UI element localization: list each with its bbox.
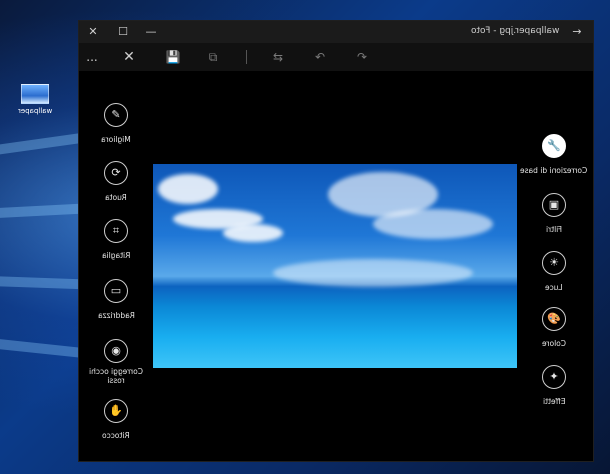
photo-cloud — [223, 224, 283, 242]
tool-label: Migliora — [101, 135, 131, 144]
light-icon: ☀ — [542, 251, 566, 275]
tool-enhance[interactable]: ✎ Migliora — [76, 103, 156, 146]
effects-icon: ✦ — [542, 365, 566, 389]
tool-label: Ritocco — [102, 431, 130, 440]
tool-straighten[interactable]: ▭ Raddrizza — [76, 279, 156, 322]
undo-button[interactable]: ↶ — [311, 48, 329, 66]
rotate-icon: ⟳ — [104, 161, 128, 185]
straighten-icon: ▭ — [104, 279, 128, 303]
more-options-button[interactable]: ... — [83, 48, 101, 66]
tool-label: Effetti — [542, 397, 566, 406]
tool-label: Correggi occhi rossi — [89, 367, 143, 385]
photo-cloud — [273, 259, 473, 287]
tool-color[interactable]: 🎨 Colore — [514, 307, 594, 350]
tool-label: Colore — [541, 339, 567, 348]
tool-basic-fixes[interactable]: 🔧 Correzioni di base — [514, 134, 594, 177]
compare-button[interactable]: ⇆ — [269, 48, 287, 66]
photo-cloud — [373, 209, 493, 239]
basic-fixes-icon: 🔧 — [542, 134, 566, 158]
save-button[interactable]: 💾 — [164, 48, 182, 66]
desktop-icon-label: wallpaper — [17, 107, 53, 115]
crop-icon: ⌗ — [104, 219, 128, 243]
close-window-button[interactable]: ✕ — [85, 24, 101, 40]
toolbar-divider — [246, 50, 247, 64]
desktop-light-beam — [0, 203, 81, 220]
photo-cloud — [158, 174, 218, 204]
tool-label: Filtri — [545, 225, 563, 234]
tool-label: Luce — [545, 283, 563, 292]
tool-label: Correzioni di base — [520, 166, 588, 175]
title-bar: ✕ ☐ — wallpaper.jpg - Foto → — [79, 21, 593, 43]
tool-filters[interactable]: ▣ Filtri — [514, 193, 594, 236]
color-icon: 🎨 — [542, 307, 566, 331]
maximize-window-button[interactable]: ☐ — [115, 24, 131, 40]
tool-effects[interactable]: ✦ Effetti — [514, 365, 594, 408]
window-title: wallpaper.jpg - Foto — [471, 26, 560, 36]
back-button[interactable]: → — [569, 24, 585, 40]
tool-retouch[interactable]: ✋ Ritocco — [76, 399, 156, 442]
tool-label: Ruota — [105, 193, 127, 202]
redo-button[interactable]: ↷ — [353, 48, 371, 66]
tool-label: Ritaglia — [101, 251, 131, 260]
save-copy-button[interactable]: ⧉ — [204, 48, 222, 66]
eye-icon: ◉ — [104, 339, 128, 363]
desktop-icon-wallpaper[interactable]: wallpaper — [12, 84, 58, 115]
filters-icon: ▣ — [542, 193, 566, 217]
tool-rotate[interactable]: ⟳ Ruota — [76, 161, 156, 204]
minimize-window-button[interactable]: — — [143, 24, 159, 40]
retouch-icon: ✋ — [104, 399, 128, 423]
close-edit-button[interactable]: ✕ — [120, 48, 138, 66]
image-file-icon — [21, 84, 49, 104]
tool-red-eye[interactable]: ◉ Correggi occhi rossi — [76, 339, 156, 387]
edit-toolbar: ... ✕ 💾 ⧉ ⇆ ↶ ↷ — [79, 43, 593, 71]
tool-light[interactable]: ☀ Luce — [514, 251, 594, 294]
photos-app-window: ✕ ☐ — wallpaper.jpg - Foto → ... ✕ 💾 ⧉ ⇆… — [78, 20, 594, 462]
wand-icon: ✎ — [104, 103, 128, 127]
edited-photo — [153, 164, 517, 368]
desktop-light-beam — [0, 275, 81, 290]
desktop-light-beam — [0, 335, 80, 358]
tool-crop[interactable]: ⌗ Ritaglia — [76, 219, 156, 262]
tool-label: Raddrizza — [97, 311, 135, 320]
